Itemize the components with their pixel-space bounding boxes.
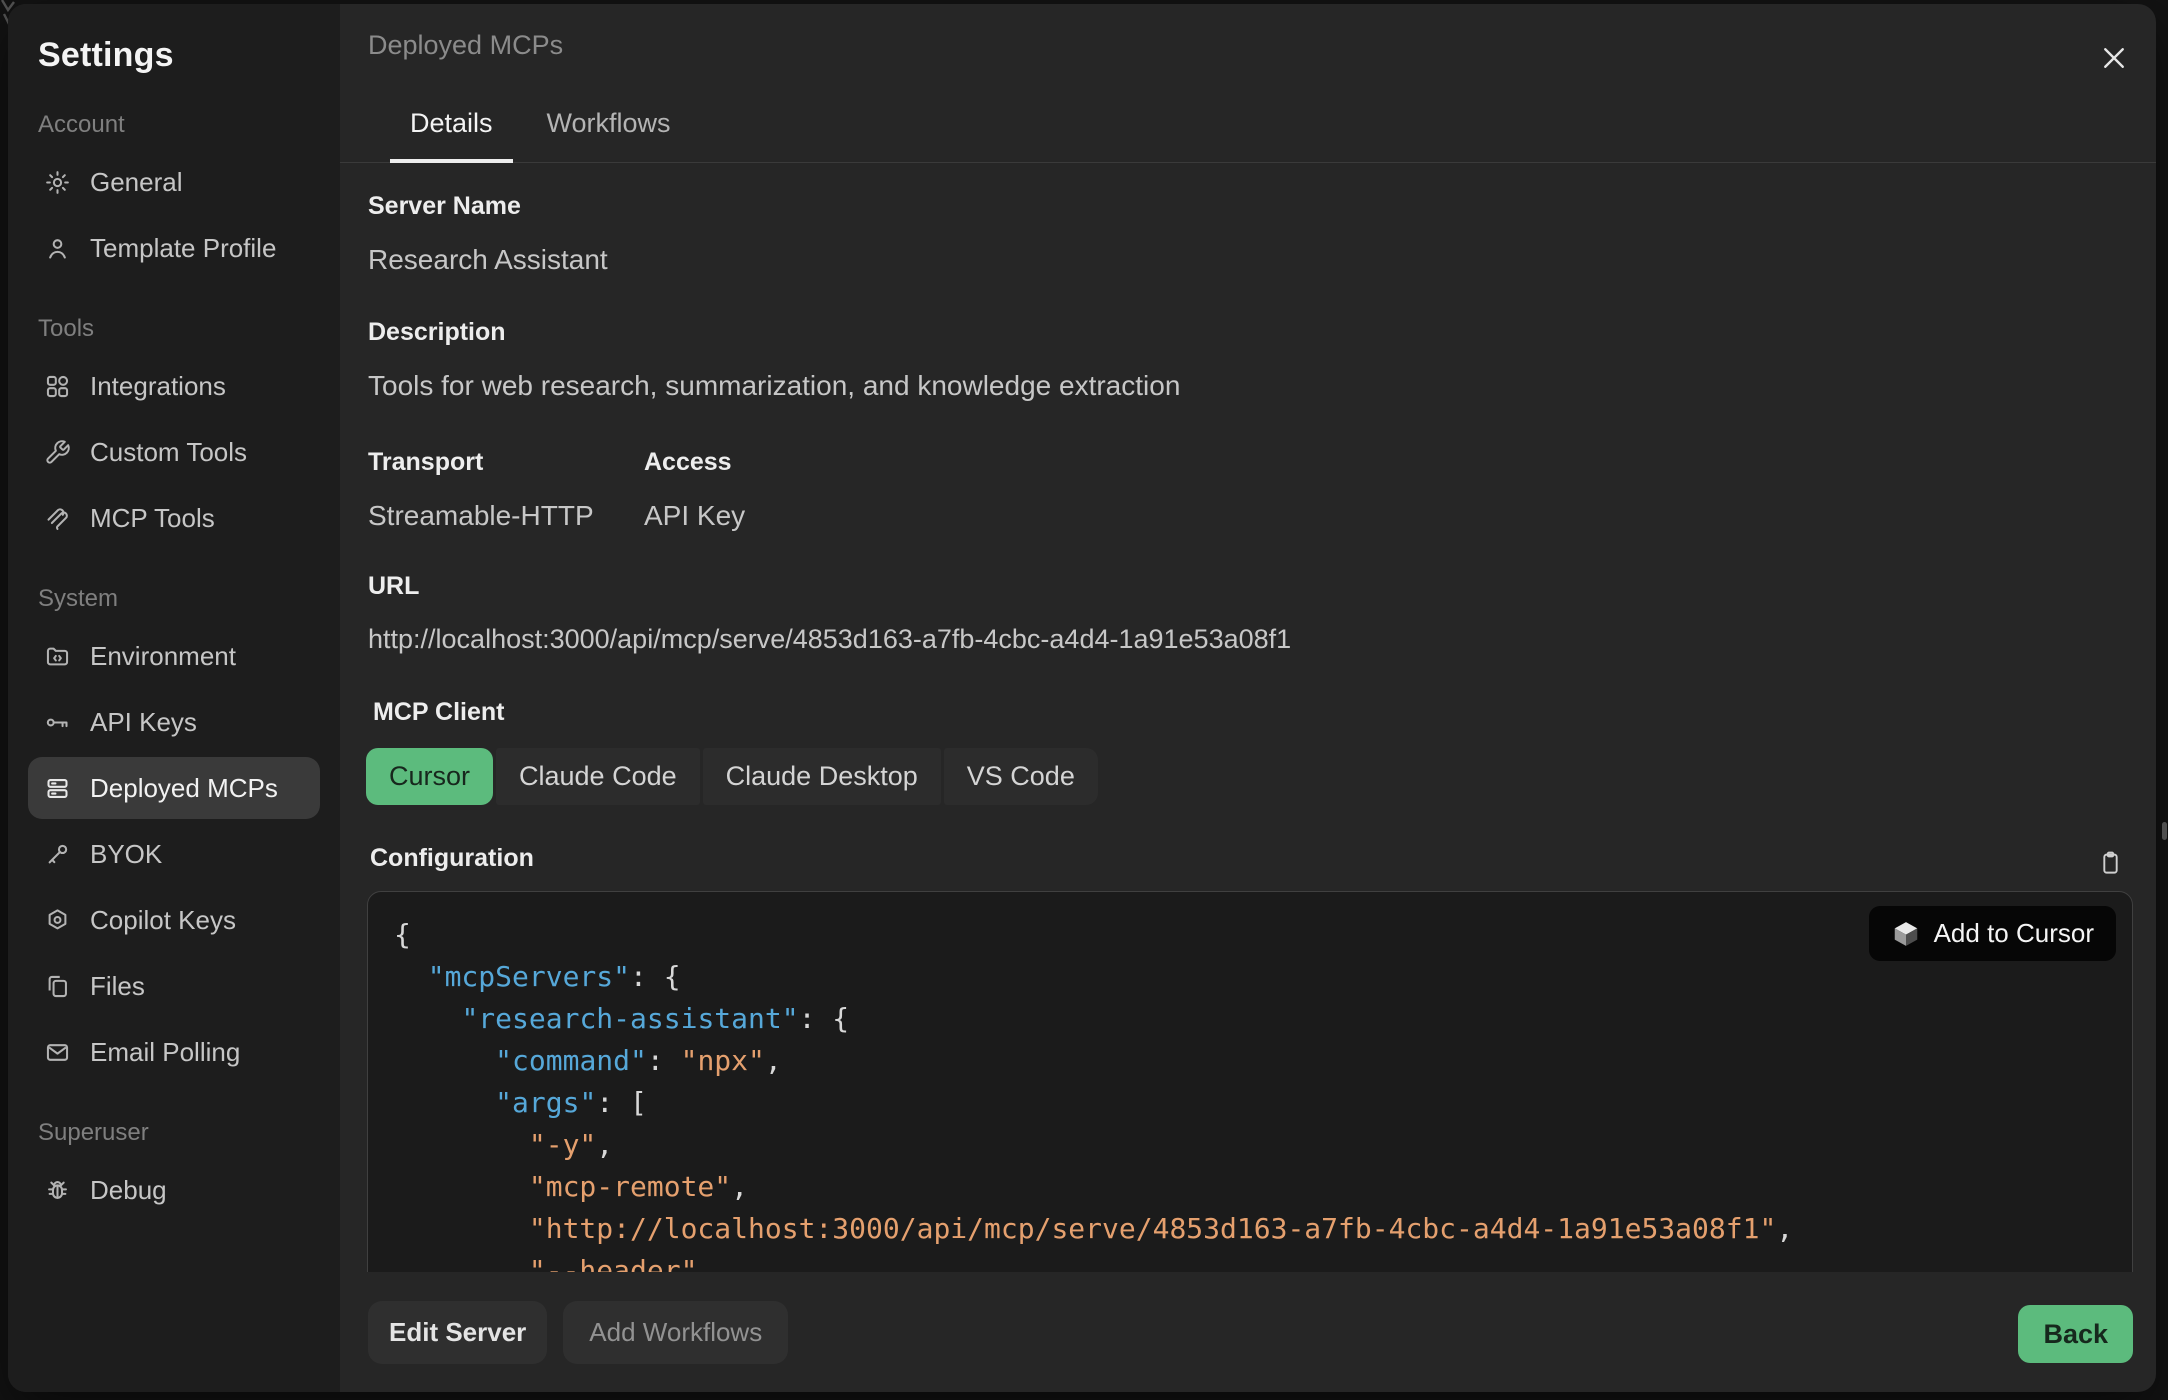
deployed-mcps-panel: Deployed MCPs Details Workflows Server N…	[340, 4, 2156, 1392]
transport-value: Streamable-HTTP	[368, 500, 594, 532]
key-diagonal-icon	[44, 841, 71, 868]
sidebar-item-label: Custom Tools	[90, 437, 247, 468]
sidebar-item-email-polling[interactable]: Email Polling	[28, 1021, 320, 1083]
sidebar-item-integrations[interactable]: Integrations	[28, 355, 320, 417]
settings-dialog: Settings Account General Template Profil…	[8, 4, 2156, 1392]
page-scrollbar-thumb[interactable]	[2162, 822, 2167, 840]
clipboard-icon	[2097, 849, 2124, 876]
sidebar-item-general[interactable]: General	[28, 151, 320, 213]
close-icon	[2099, 43, 2129, 73]
client-option-cursor[interactable]: Cursor	[366, 748, 493, 805]
user-icon	[44, 235, 71, 262]
description-label: Description	[368, 318, 506, 347]
section-header-superuser: Superuser	[38, 1119, 310, 1147]
sidebar-item-label: Environment	[90, 641, 236, 672]
back-button[interactable]: Back	[2018, 1305, 2133, 1363]
sidebar-item-debug[interactable]: Debug	[28, 1159, 320, 1221]
copy-config-button[interactable]	[2092, 844, 2128, 880]
sidebar-item-template-profile[interactable]: Template Profile	[28, 217, 320, 279]
key-icon	[44, 709, 71, 736]
mail-icon	[44, 1039, 71, 1066]
mcp-client-selector: Cursor Claude Code Claude Desktop VS Cod…	[366, 748, 1098, 805]
transport-label: Transport	[368, 448, 483, 477]
server-name-label: Server Name	[368, 192, 521, 221]
hexagon-nut-icon	[44, 907, 71, 934]
folder-code-icon	[44, 643, 71, 670]
configuration-label: Configuration	[370, 844, 534, 873]
sidebar-item-byok[interactable]: BYOK	[28, 823, 320, 885]
add-to-cursor-button[interactable]: Add to Cursor	[1869, 906, 2116, 961]
sidebar-item-copilot-keys[interactable]: Copilot Keys	[28, 889, 320, 951]
tab-workflows[interactable]: Workflows	[527, 102, 691, 163]
wrench-icon	[44, 439, 71, 466]
tab-details[interactable]: Details	[390, 102, 513, 163]
sidebar-item-label: Email Polling	[90, 1037, 240, 1068]
sidebar-item-label: Debug	[90, 1175, 167, 1206]
access-label: Access	[644, 448, 732, 477]
server-name-value: Research Assistant	[368, 244, 608, 276]
sidebar-item-label: Template Profile	[90, 233, 276, 264]
tabbar: Details Workflows	[340, 102, 2156, 163]
footer-actions: Edit Server Add Workflows	[368, 1301, 788, 1364]
description-value: Tools for web research, summarization, a…	[368, 370, 1180, 402]
section-header-system: System	[38, 585, 310, 613]
configuration-code-block: { "mcpServers": { "research-assistant": …	[367, 891, 2133, 1272]
sidebar-item-mcp-tools[interactable]: MCP Tools	[28, 487, 320, 549]
cursor-logo-icon	[1891, 919, 1921, 949]
client-option-claude-code[interactable]: Claude Code	[496, 748, 700, 805]
server-icon	[44, 775, 71, 802]
code-box: { "mcpServers": { "research-assistant": …	[367, 891, 2133, 1272]
edit-server-button[interactable]: Edit Server	[368, 1301, 547, 1364]
sidebar-item-label: API Keys	[90, 707, 197, 738]
sidebar-item-api-keys[interactable]: API Keys	[28, 691, 320, 753]
gear-icon	[44, 169, 71, 196]
sidebar-item-files[interactable]: Files	[28, 955, 320, 1017]
sidebar-item-label: Copilot Keys	[90, 905, 236, 936]
bug-icon	[44, 1177, 71, 1204]
mcp-client-label: MCP Client	[373, 698, 505, 727]
add-to-cursor-label: Add to Cursor	[1934, 918, 2094, 949]
client-option-vs-code[interactable]: VS Code	[944, 748, 1098, 805]
sidebar-item-deployed-mcps[interactable]: Deployed MCPs	[28, 757, 320, 819]
settings-sidebar: Settings Account General Template Profil…	[8, 4, 340, 1392]
access-value: API Key	[644, 500, 745, 532]
sidebar-item-label: Files	[90, 971, 145, 1002]
sidebar-item-label: BYOK	[90, 839, 162, 870]
sidebar-item-custom-tools[interactable]: Custom Tools	[28, 421, 320, 483]
config-code[interactable]: { "mcpServers": { "research-assistant": …	[394, 914, 2106, 1272]
client-option-claude-desktop[interactable]: Claude Desktop	[703, 748, 941, 805]
mcp-tools-icon	[44, 505, 71, 532]
sidebar-item-environment[interactable]: Environment	[28, 625, 320, 687]
sidebar-item-label: General	[90, 167, 183, 198]
panel-title: Deployed MCPs	[368, 30, 563, 61]
url-value: http://localhost:3000/api/mcp/serve/4853…	[368, 624, 1291, 655]
section-header-tools: Tools	[38, 315, 310, 343]
sidebar-item-label: Deployed MCPs	[90, 773, 278, 804]
section-header-account: Account	[38, 111, 310, 139]
close-button[interactable]	[2094, 38, 2134, 78]
files-icon	[44, 973, 71, 1000]
sidebar-item-label: MCP Tools	[90, 503, 215, 534]
sidebar-item-label: Integrations	[90, 371, 226, 402]
integrations-icon	[44, 373, 71, 400]
url-label: URL	[368, 572, 419, 601]
settings-title: Settings	[38, 36, 310, 75]
add-workflows-button[interactable]: Add Workflows	[563, 1301, 788, 1364]
